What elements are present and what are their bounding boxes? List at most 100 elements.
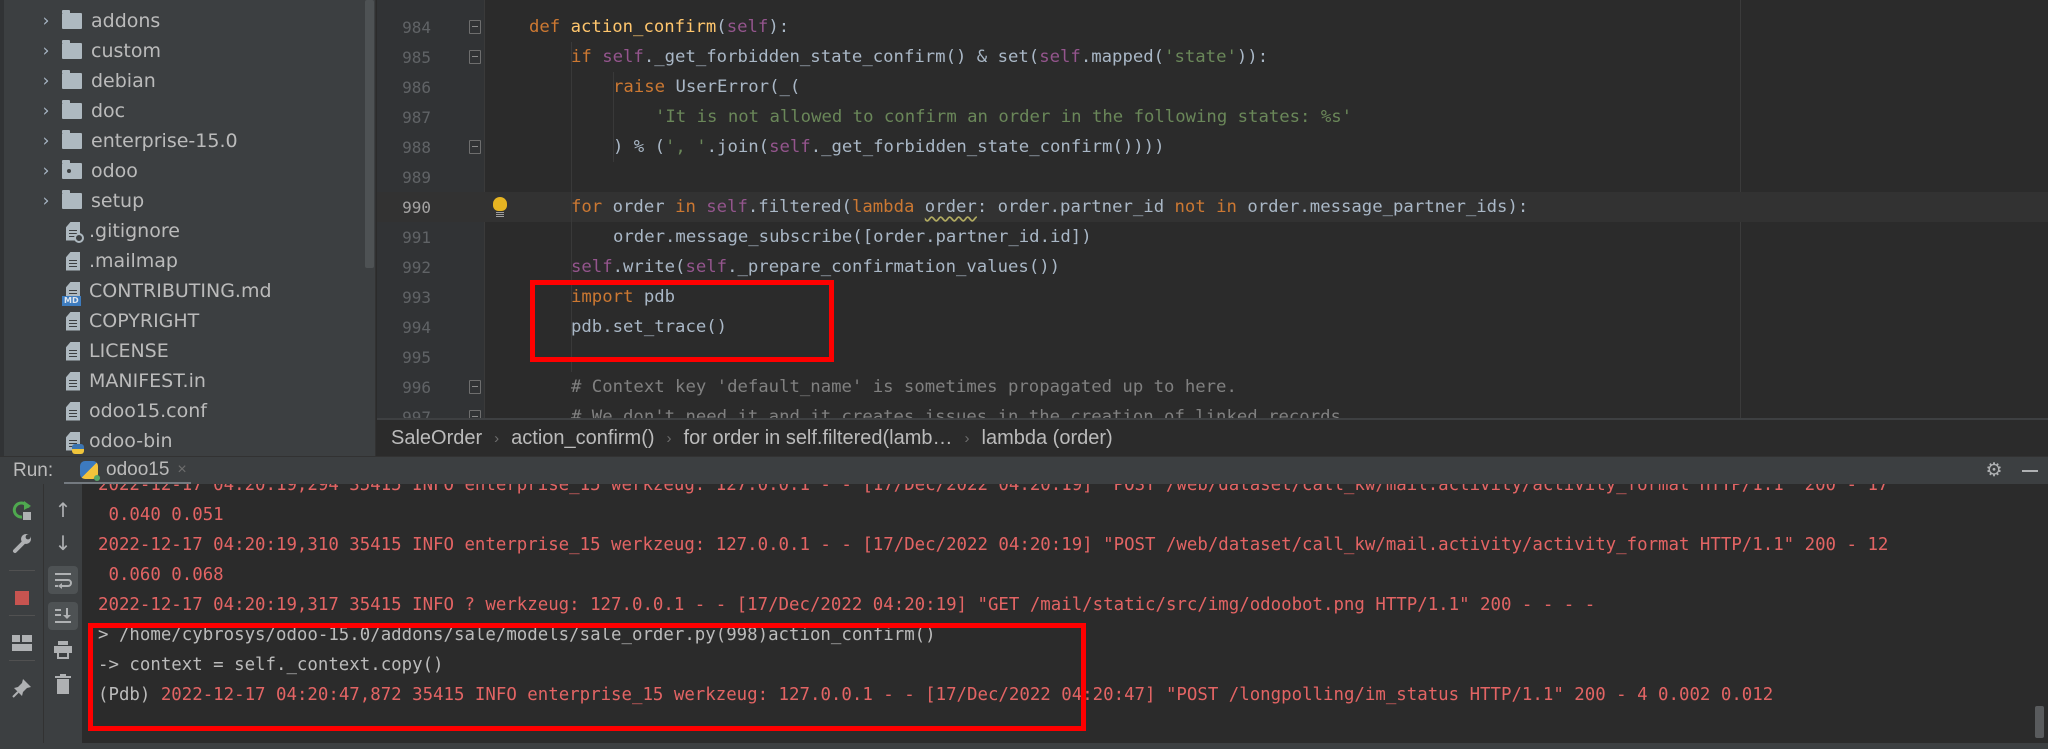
line-number[interactable]: 996	[377, 378, 461, 397]
line-number[interactable]: 994	[377, 318, 461, 337]
chevron-right-icon[interactable]: ›	[36, 131, 56, 151]
run-tab-odoo15[interactable]: odoo15 ×	[64, 457, 191, 485]
minimize-icon[interactable]	[2022, 470, 2038, 472]
line-number[interactable]: 992	[377, 258, 461, 277]
arrow-up-icon[interactable]: ↑	[48, 496, 78, 524]
line-number[interactable]: 988	[377, 138, 461, 157]
line-number[interactable]: 989	[377, 168, 461, 187]
tree-item-license[interactable]: LICENSE	[0, 336, 169, 366]
token: ):	[768, 17, 790, 37]
line-number[interactable]: 997	[377, 408, 461, 419]
line-number[interactable]: 993	[377, 288, 461, 307]
code-line[interactable]: 984 def action_confirm(self):	[377, 12, 2048, 42]
scroll-to-end-icon[interactable]	[48, 602, 78, 630]
wrench-icon[interactable]	[7, 529, 37, 557]
token-self: self	[726, 17, 769, 37]
code-line[interactable]: 989	[377, 162, 2048, 192]
breadcrumb-item-lambda[interactable]: lambda (order)	[982, 427, 1113, 450]
code-line[interactable]: 985 if self._get_forbidden_state_confirm(…	[377, 42, 2048, 72]
soft-wrap-icon[interactable]	[48, 566, 78, 594]
token-kw: not in	[1174, 197, 1248, 217]
code-line[interactable]: 988) % (', '.join(self._get_forbidden_st…	[377, 132, 2048, 162]
line-number[interactable]: 986	[377, 78, 461, 97]
code-line[interactable]: 992 self.write(self._prepare_confirmation…	[377, 252, 2048, 282]
chevron-right-icon[interactable]: ›	[36, 101, 56, 121]
console-line: 0.060 0.068	[98, 565, 224, 585]
tree-item-label: odoo15.conf	[89, 400, 207, 422]
fold-marker-icon[interactable]	[469, 380, 481, 394]
tree-item-copyright[interactable]: COPYRIGHT	[0, 306, 199, 336]
lightbulb-icon[interactable]	[493, 197, 507, 217]
tree-item-odoo15-conf[interactable]: odoo15.conf	[0, 396, 207, 426]
tree-item-doc[interactable]: › doc	[0, 96, 125, 126]
fold-marker-icon[interactable]	[469, 140, 481, 154]
code-line[interactable]: 987 'It is not allowed to confirm an orde…	[377, 102, 2048, 132]
fold-marker-icon[interactable]	[469, 20, 481, 34]
code-editor[interactable]: 984 def action_confirm(self): 985 if self._…	[377, 0, 2048, 418]
token-kw: lambda	[851, 197, 925, 217]
markdown-badge-icon: MD	[62, 296, 81, 306]
token: order.message_partner_ids):	[1247, 197, 1529, 217]
token-kw: in	[675, 197, 707, 217]
line-number[interactable]: 984	[377, 18, 461, 37]
code-line[interactable]: 991 order.message_subscribe([order.partne…	[377, 222, 2048, 252]
line-number[interactable]: 985	[377, 48, 461, 67]
file-icon	[66, 251, 80, 271]
code-line[interactable]: 996 # Context key 'default_name' is somet…	[377, 372, 2048, 402]
code-text: # We don't need it and it creates issues…	[571, 407, 1351, 418]
code-line[interactable]: 986 raise UserError(_(	[377, 72, 2048, 102]
pin-icon[interactable]	[7, 674, 37, 702]
line-number[interactable]: 991	[377, 228, 461, 247]
tree-item-debian[interactable]: › debian	[0, 66, 156, 96]
breadcrumb-item-loop[interactable]: for order in self.filtered(lamb…	[684, 427, 953, 450]
toolbar-separator	[9, 615, 35, 616]
token: .mapped(	[1080, 47, 1165, 67]
tree-item-enterprise-15-0[interactable]: › enterprise-15.0	[0, 126, 238, 156]
chevron-right-icon[interactable]: ›	[36, 41, 56, 61]
code-text: self.write(self._prepare_confirmation_va…	[571, 257, 1060, 277]
tree-item-odoo[interactable]: › odoo	[0, 156, 138, 186]
console-line: 2022-12-17 04:20:19,317 35415 INFO ? wer…	[98, 595, 1596, 615]
tree-item-label: setup	[91, 190, 145, 212]
breadcrumb-item-method[interactable]: action_confirm()	[511, 427, 654, 450]
chevron-right-icon[interactable]: ›	[36, 191, 56, 211]
code-line[interactable]: 990 for order in self.filtered(lambda ord…	[377, 192, 2048, 222]
tree-item-setup[interactable]: › setup	[0, 186, 144, 216]
trash-icon[interactable]	[48, 670, 78, 698]
token-self: self	[706, 197, 748, 217]
token-kw: if	[571, 47, 603, 67]
code-text: if self._get_forbidden_state_confirm() &…	[571, 47, 1268, 67]
fold-marker-icon[interactable]	[469, 410, 481, 418]
tree-item-addons[interactable]: › addons	[0, 6, 160, 36]
console-output[interactable]: 2022-12-17 04:20:19,294 35415 INFO enter…	[82, 484, 2048, 743]
token: ) % (	[613, 137, 666, 157]
gear-icon[interactable]: ⚙	[1984, 461, 2004, 481]
tree-item-custom[interactable]: › custom	[0, 36, 161, 66]
code-line[interactable]: 997 # We don't need it and it creates iss…	[377, 402, 2048, 418]
line-number[interactable]: 990	[377, 198, 461, 217]
breadcrumb-item-class[interactable]: SaleOrder	[391, 427, 482, 450]
console-scrollbar[interactable]	[2035, 706, 2044, 738]
print-icon[interactable]	[48, 636, 78, 664]
line-number[interactable]: 995	[377, 348, 461, 367]
folder-icon	[62, 70, 82, 89]
rerun-icon[interactable]	[7, 496, 37, 524]
tree-item-odoo-bin[interactable]: odoo-bin	[0, 426, 173, 456]
arrow-down-icon[interactable]: ↓	[48, 529, 78, 557]
project-scrollbar[interactable]	[365, 0, 374, 268]
tree-item-mailmap[interactable]: .mailmap	[0, 246, 178, 276]
chevron-right-icon[interactable]: ›	[36, 11, 56, 31]
tree-item-contributing-md[interactable]: MD CONTRIBUTING.md	[0, 276, 272, 306]
fold-marker-icon[interactable]	[469, 50, 481, 64]
close-tab-icon[interactable]: ×	[177, 461, 186, 479]
token: :	[1257, 47, 1269, 67]
stop-icon[interactable]	[7, 584, 37, 612]
line-number[interactable]: 987	[377, 108, 461, 127]
tree-item-manifest-in[interactable]: MANIFEST.in	[0, 366, 206, 396]
layout-icon[interactable]	[7, 629, 37, 657]
tree-item-label: MANIFEST.in	[89, 370, 206, 392]
tree-item-gitignore[interactable]: .gitignore	[0, 216, 180, 246]
token-self: self	[602, 47, 644, 67]
chevron-right-icon[interactable]: ›	[36, 71, 56, 91]
chevron-right-icon[interactable]: ›	[36, 161, 56, 181]
